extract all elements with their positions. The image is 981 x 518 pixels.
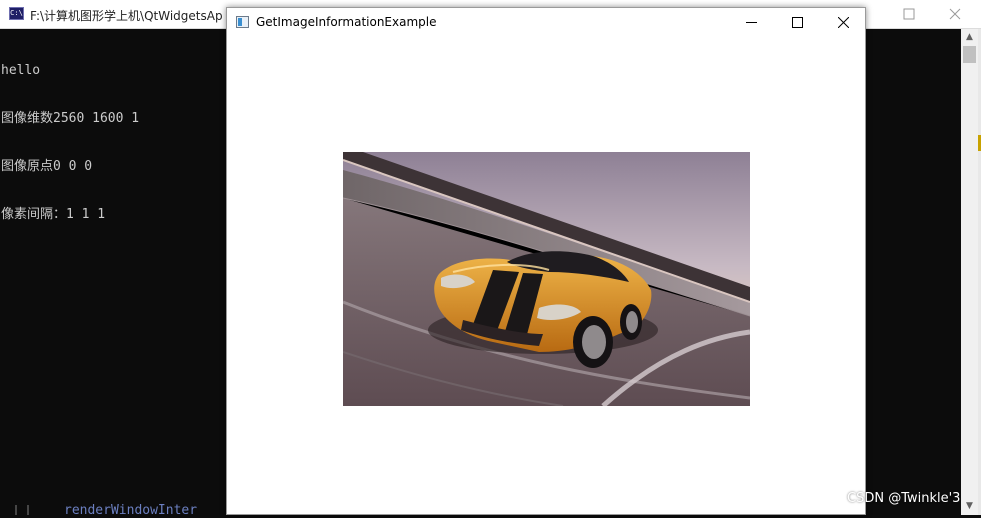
console-bottom-text: renderWindowInter [64, 503, 198, 518]
close-button[interactable] [820, 8, 866, 37]
close-icon [949, 8, 961, 20]
qt-window: GetImageInformationExample [226, 7, 866, 515]
console-line: 像素间隔：1 1 1 [1, 207, 106, 222]
console-line: hello [1, 63, 41, 78]
maximize-button[interactable] [774, 8, 820, 37]
console-icon: C:\ [9, 7, 24, 20]
watermark: CSDN @Twinkle'3 [847, 491, 961, 506]
close-icon [838, 17, 849, 28]
scroll-up-icon[interactable]: ▲ [961, 29, 978, 46]
console-maximize-button[interactable] [886, 0, 932, 29]
console-scrollbar[interactable]: ▲ ▼ [961, 29, 978, 515]
maximize-icon [792, 17, 803, 28]
console-close-button[interactable] [932, 0, 978, 29]
console-title: F:\计算机图形学上机\QtWidgetsAp [30, 9, 223, 23]
maximize-icon [903, 8, 915, 20]
console-line: 图像维数2560 1600 1 [1, 111, 140, 126]
scroll-down-icon[interactable]: ▼ [961, 498, 978, 515]
scrollbar-thumb[interactable] [963, 46, 976, 63]
qt-titlebar[interactable]: GetImageInformationExample [227, 8, 865, 37]
sports-car-picture [343, 152, 750, 406]
console-line: 图像原点0 0 0 [1, 159, 93, 174]
minimize-icon [746, 22, 757, 23]
window-icon [236, 16, 249, 28]
render-view[interactable] [227, 37, 865, 514]
car-image [343, 152, 750, 406]
console-output: hello 图像维数2560 1600 1 图像原点0 0 0 像素间隔：1 1… [1, 31, 139, 255]
minimize-button[interactable] [728, 8, 774, 37]
window-title: GetImageInformationExample [256, 15, 437, 29]
tree-guide-icon [15, 505, 29, 515]
